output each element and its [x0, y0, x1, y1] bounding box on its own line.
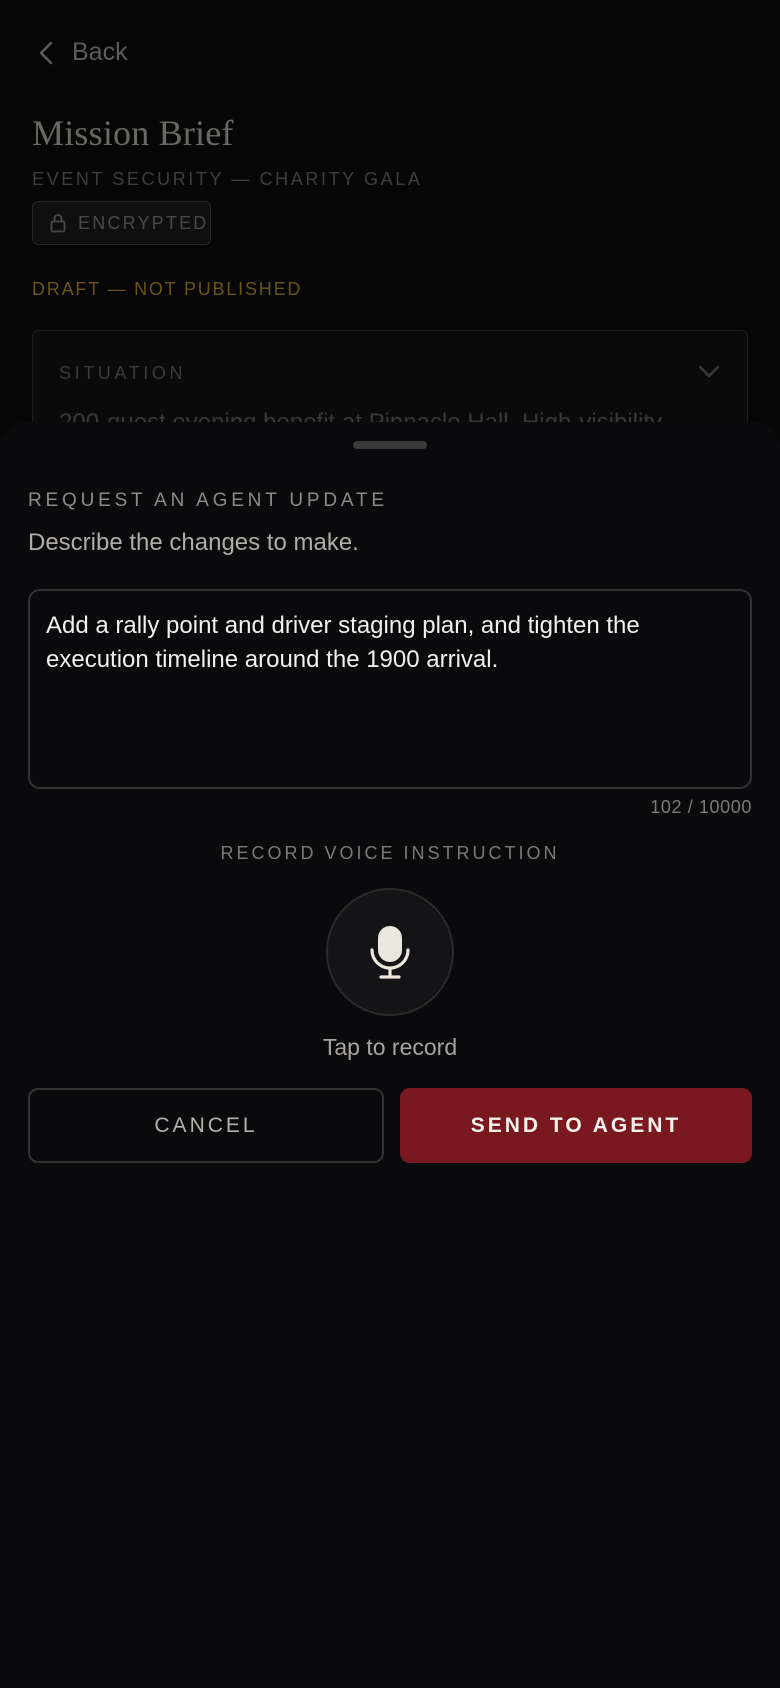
- page-title: Mission Brief: [32, 113, 234, 153]
- back-label: Back: [72, 38, 128, 66]
- screen: Back Mission Brief EVENT SECURITY — CHAR…: [0, 0, 780, 1688]
- encrypted-badge: ENCRYPTED: [32, 201, 211, 245]
- cancel-button[interactable]: CANCEL: [28, 1088, 384, 1163]
- lock-icon: [50, 214, 66, 233]
- agent-update-sheet: REQUEST AN AGENT UPDATE Describe the cha…: [0, 422, 780, 1688]
- sheet-drag-handle[interactable]: [353, 441, 427, 449]
- send-to-agent-button[interactable]: SEND TO AGENT: [400, 1088, 752, 1163]
- record-hint: Tap to record: [322, 1034, 458, 1060]
- sheet-description: Describe the changes to make.: [28, 529, 359, 556]
- chevron-left-icon: [39, 41, 53, 64]
- mission-brief-page: Back Mission Brief EVENT SECURITY — CHAR…: [0, 0, 780, 450]
- sheet-heading: REQUEST AN AGENT UPDATE: [28, 490, 388, 511]
- page-subtitle: EVENT SECURITY — CHARITY GALA: [32, 169, 423, 189]
- back-button[interactable]: Back: [36, 38, 128, 67]
- chevron-down-icon[interactable]: [697, 361, 721, 381]
- encrypted-label: ENCRYPTED: [78, 212, 209, 233]
- microphone-icon: [370, 926, 410, 979]
- draft-status: DRAFT — NOT PUBLISHED: [32, 279, 303, 299]
- voice-instruction-label: RECORD VOICE INSTRUCTION: [220, 843, 560, 863]
- record-button[interactable]: [326, 888, 454, 1016]
- instruction-textarea[interactable]: Add a rally point and driver staging pla…: [28, 589, 752, 789]
- character-counter: 102 / 10000: [650, 797, 752, 817]
- situation-label: SITUATION: [59, 363, 187, 383]
